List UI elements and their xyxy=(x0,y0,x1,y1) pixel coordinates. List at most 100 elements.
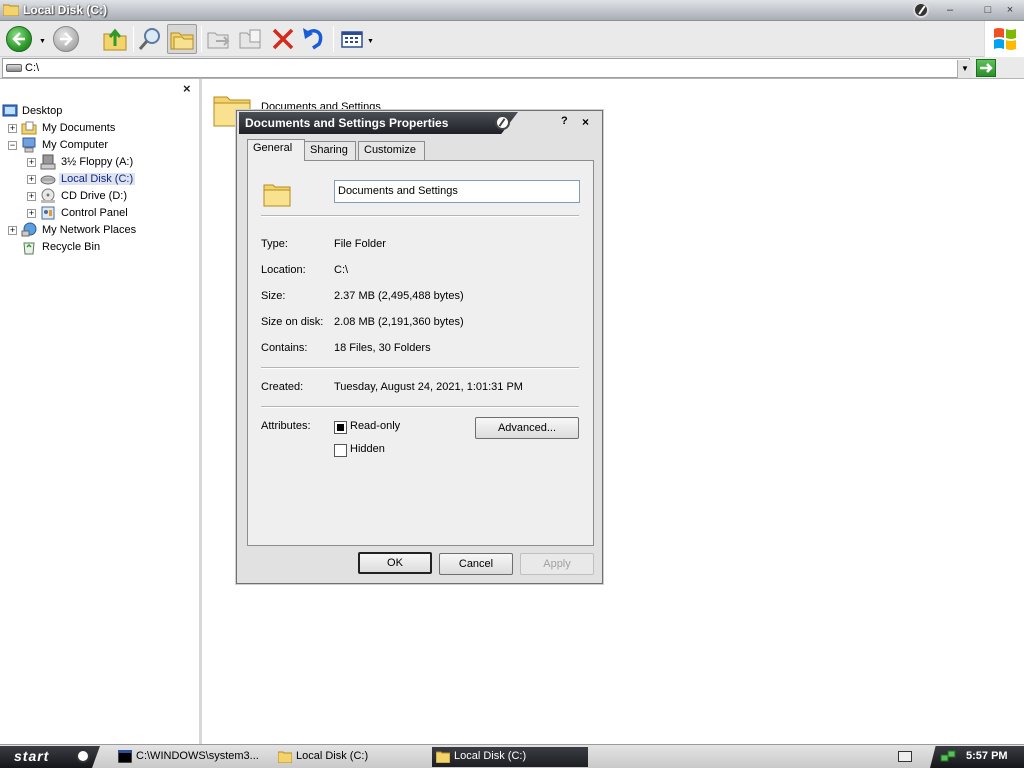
expand-icon[interactable]: + xyxy=(27,192,36,201)
recycle-bin-icon xyxy=(23,242,35,255)
search-button[interactable] xyxy=(135,24,165,54)
move-to-button[interactable] xyxy=(204,24,234,54)
network-places-icon xyxy=(21,222,37,237)
task-local-disk[interactable]: Local Disk (C:) xyxy=(274,747,424,767)
windows-logo-icon xyxy=(994,28,1016,50)
expand-icon[interactable]: + xyxy=(27,209,36,218)
address-dropdown-icon[interactable]: ▼ xyxy=(957,60,972,78)
copy-to-icon xyxy=(239,29,261,49)
readonly-label[interactable]: Read-only xyxy=(350,420,400,432)
search-icon xyxy=(138,28,160,50)
readonly-checkbox[interactable] xyxy=(334,421,347,434)
toolbar-separator xyxy=(201,26,202,52)
window-title: Local Disk (C:) xyxy=(23,3,108,17)
views-button[interactable] xyxy=(339,24,369,54)
tree-item-label: Recycle Bin xyxy=(42,241,101,253)
tab-sharing[interactable]: Sharing xyxy=(304,141,356,160)
windows-logo xyxy=(984,21,1024,57)
tab-general[interactable]: General xyxy=(247,139,305,161)
my-computer-icon xyxy=(22,137,36,153)
address-bar: ▼ xyxy=(0,57,1024,79)
undo-button[interactable] xyxy=(299,24,329,54)
task-label: Local Disk (C:) xyxy=(454,750,527,762)
expand-icon[interactable]: + xyxy=(8,226,17,235)
hard-disk-icon xyxy=(40,175,56,185)
theme-icon[interactable] xyxy=(913,2,929,18)
up-folder-icon xyxy=(103,28,127,51)
views-icon xyxy=(341,31,363,48)
folder-icon xyxy=(436,751,450,763)
window-title-bar: Local Disk (C:) – □ × xyxy=(0,0,1024,21)
contains-value: 18 Files, 30 Folders xyxy=(334,342,431,354)
drive-icon xyxy=(6,64,22,72)
apply-button[interactable]: Apply xyxy=(520,553,594,575)
keyboard-icon[interactable] xyxy=(898,751,912,762)
tree-item-label: My Computer xyxy=(42,139,109,151)
pane-close-icon[interactable]: × xyxy=(183,81,191,96)
size-on-disk-label: Size on disk: xyxy=(261,316,324,328)
up-button[interactable] xyxy=(100,24,130,54)
control-panel-icon xyxy=(41,206,55,220)
divider xyxy=(261,367,579,369)
expand-icon[interactable]: + xyxy=(27,158,36,167)
address-field[interactable]: ▼ xyxy=(2,58,972,78)
forward-icon xyxy=(60,32,73,46)
size-value: 2.37 MB (2,495,488 bytes) xyxy=(334,290,464,302)
expand-icon[interactable]: + xyxy=(8,124,17,133)
back-button[interactable] xyxy=(6,26,32,52)
advanced-button[interactable]: Advanced... xyxy=(475,417,579,439)
address-input[interactable] xyxy=(25,61,945,75)
cd-drive-icon xyxy=(41,188,55,203)
maximize-button[interactable]: □ xyxy=(979,2,997,18)
copy-to-button[interactable] xyxy=(236,24,266,54)
attributes-label: Attributes: xyxy=(261,420,311,432)
back-icon xyxy=(12,32,25,46)
clock[interactable]: 5:57 PM xyxy=(966,750,1008,762)
delete-button[interactable] xyxy=(268,24,298,54)
dialog-close-button[interactable]: × xyxy=(582,115,589,129)
desktop-icon xyxy=(2,104,18,117)
created-label: Created: xyxy=(261,381,304,393)
folder-name-field[interactable]: Documents and Settings xyxy=(334,180,580,203)
minimize-button[interactable]: – xyxy=(941,2,959,18)
contains-label: Contains: xyxy=(261,342,308,354)
system-tray: 5:57 PM xyxy=(930,746,1024,768)
tree-item-label: Local Disk (C:) xyxy=(59,173,136,185)
properties-dialog: Documents and Settings Properties ? × Ge… xyxy=(236,110,603,584)
ok-button[interactable]: OK xyxy=(358,552,432,574)
move-to-icon xyxy=(207,32,230,49)
dialog-title: Documents and Settings Properties xyxy=(245,116,449,130)
task-label: C:\WINDOWS\system3... xyxy=(136,750,259,762)
start-logo-icon xyxy=(76,749,90,763)
expand-icon[interactable]: + xyxy=(27,175,36,184)
hidden-checkbox[interactable] xyxy=(334,444,347,457)
type-label: Type: xyxy=(261,238,288,250)
views-dropdown-icon[interactable]: ▼ xyxy=(367,38,374,45)
tab-customize[interactable]: Customize xyxy=(358,141,425,160)
type-value: File Folder xyxy=(334,238,386,250)
help-button[interactable]: ? xyxy=(561,115,568,127)
task-command-prompt[interactable]: C:\WINDOWS\system3... xyxy=(114,747,266,767)
folders-button[interactable] xyxy=(167,24,197,54)
command-prompt-icon xyxy=(118,750,132,763)
back-dropdown-icon[interactable]: ▼ xyxy=(39,38,46,45)
toolbar: ▼ ▼ xyxy=(0,21,1024,57)
hidden-label[interactable]: Hidden xyxy=(350,443,385,455)
tree-item-label: CD Drive (D:) xyxy=(61,190,127,202)
task-local-disk-active[interactable]: Local Disk (C:) xyxy=(432,747,588,767)
taskbar: start C:\WINDOWS\system3... Local Disk (… xyxy=(0,744,1024,768)
network-tray-icon[interactable] xyxy=(940,749,956,765)
folders-icon xyxy=(170,32,194,50)
size-on-disk-value: 2.08 MB (2,191,360 bytes) xyxy=(334,316,464,328)
collapse-icon[interactable]: − xyxy=(8,141,17,150)
folders-pane: × Desktop + My Documents − My Computer +… xyxy=(0,79,202,744)
tree-item-label: My Network Places xyxy=(42,224,137,236)
toolbar-separator xyxy=(133,26,134,52)
task-label: Local Disk (C:) xyxy=(296,750,369,762)
floppy-drive-icon xyxy=(40,154,56,170)
close-button[interactable]: × xyxy=(1001,2,1019,18)
delete-icon xyxy=(272,28,294,50)
go-button[interactable] xyxy=(976,59,996,77)
forward-button[interactable] xyxy=(53,26,79,52)
cancel-button[interactable]: Cancel xyxy=(439,553,513,575)
